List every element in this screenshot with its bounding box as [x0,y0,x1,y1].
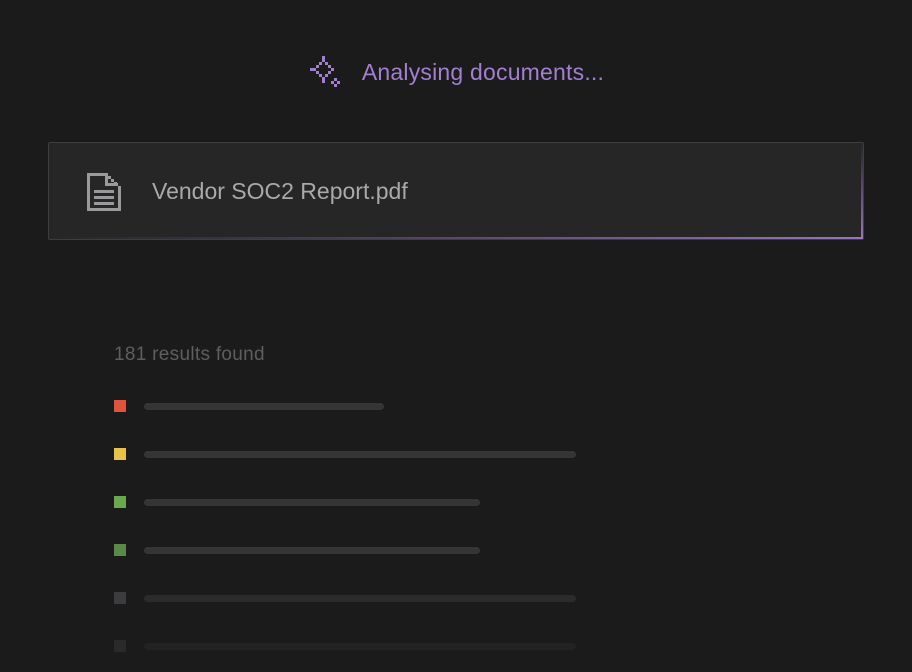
results-panel: 181 results found [114,340,576,652]
status-text: Analysing documents... [361,58,605,85]
skeleton-line [144,595,576,602]
file-card[interactable]: Vendor SOC2 Report.pdf [48,142,864,240]
results-count: 181 results found [114,344,265,365]
progress-glow-edge [861,143,863,239]
skeleton-line [144,499,480,506]
progress-glow [49,237,863,239]
skeleton-line [144,403,384,410]
document-icon [85,171,123,216]
severity-marker [114,448,126,460]
skeleton-line [144,451,576,458]
severity-marker [114,496,126,508]
severity-marker [114,400,126,412]
file-name: Vendor SOC2 Report.pdf [152,178,408,204]
severity-marker [114,592,126,604]
skeleton-line [144,547,480,554]
severity-marker [114,640,126,652]
skeleton-line [144,643,576,650]
sparkle-icon [308,54,344,90]
analysis-status: Analysing documents... [0,52,912,92]
severity-marker [114,544,126,556]
